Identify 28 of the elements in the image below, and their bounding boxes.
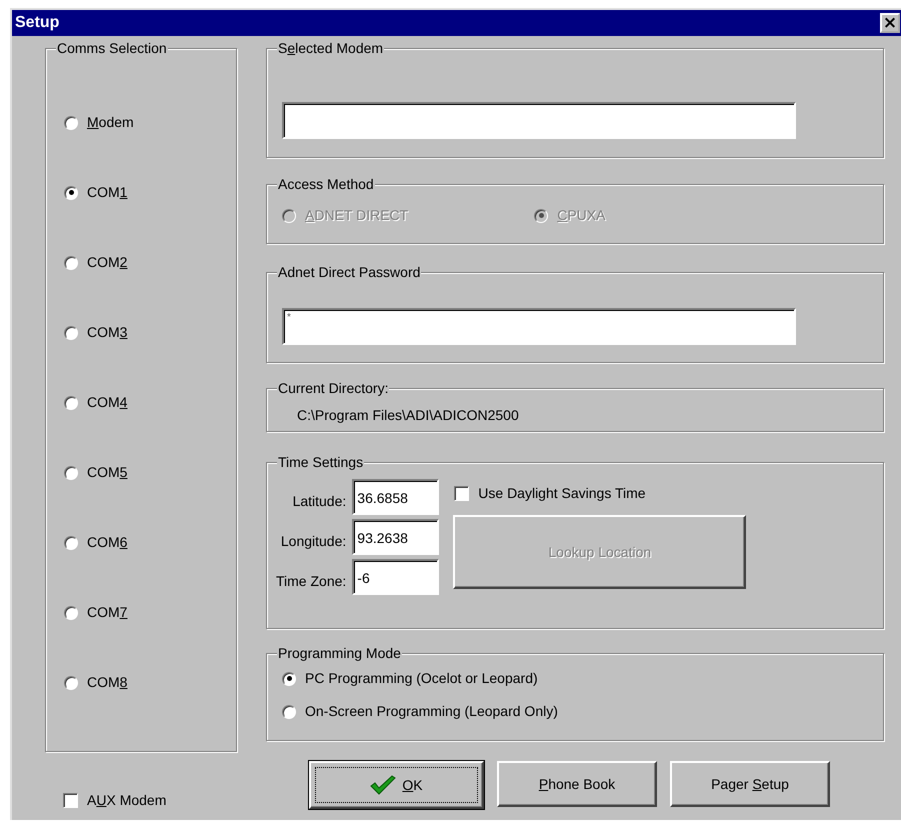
dialog-button[interactable]: Phone Book bbox=[497, 761, 657, 807]
radio-button[interactable]: COM5 bbox=[64, 462, 236, 483]
input-field[interactable] bbox=[282, 102, 796, 139]
field-label: Time Zone: bbox=[276, 573, 346, 591]
field-label: Longitude: bbox=[280, 533, 346, 551]
field-label: Latitude: bbox=[292, 493, 346, 511]
checkbox[interactable]: AUX Modem bbox=[63, 792, 166, 808]
window-title: Setup bbox=[15, 14, 60, 32]
radio-button[interactable]: Modem bbox=[64, 112, 236, 133]
radio-button[interactable]: COM3 bbox=[64, 322, 236, 343]
password-field[interactable]: * bbox=[282, 308, 796, 344]
close-button[interactable]: × bbox=[880, 13, 900, 33]
dialog-button[interactable]: Pager Setup bbox=[670, 761, 830, 807]
radio-button[interactable]: COM6 bbox=[64, 532, 236, 553]
ok-button[interactable]: OK bbox=[309, 761, 484, 809]
radio-button[interactable]: PC Programming (Ocelot or Leopard) bbox=[282, 668, 883, 689]
checkbox[interactable]: Use Daylight Savings Time bbox=[454, 485, 646, 501]
directory-path: C:\Program Files\ADI\ADICON2500 bbox=[296, 406, 519, 424]
radio-button[interactable]: COM4 bbox=[64, 392, 236, 413]
radio-button[interactable]: COM8 bbox=[64, 672, 236, 693]
radio-button[interactable]: COM1 bbox=[64, 182, 236, 203]
radio-button[interactable]: On-Screen Programming (Leopard Only) bbox=[282, 701, 883, 722]
radio-button[interactable]: COM7 bbox=[64, 602, 236, 623]
radio-button[interactable]: COM2 bbox=[64, 252, 236, 273]
checkmark-icon bbox=[370, 775, 396, 795]
input-field[interactable]: 93.2638 bbox=[352, 519, 440, 555]
input-field[interactable]: 36.6858 bbox=[352, 479, 440, 515]
input-field[interactable]: -6 bbox=[352, 559, 440, 595]
